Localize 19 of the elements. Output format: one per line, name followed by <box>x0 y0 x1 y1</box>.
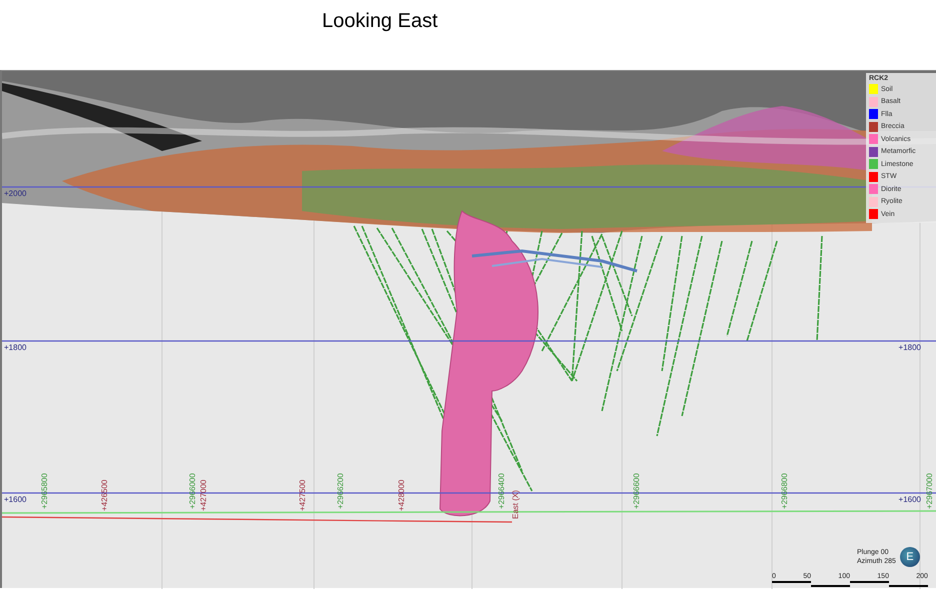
northing-label: +2965800 <box>40 473 49 509</box>
northing-label: +2966400 <box>497 473 506 509</box>
elevation-label: +1800 <box>4 343 26 352</box>
compass-icon: E <box>900 547 920 567</box>
easting-label: +426500 <box>100 480 109 511</box>
easting-label: +427000 <box>199 480 208 511</box>
view-title: Looking East <box>321 9 439 34</box>
northing-label: +2966800 <box>780 473 789 509</box>
easting-label: +428000 <box>397 480 406 511</box>
elevation-label: +1600 <box>4 495 26 504</box>
northing-label: +2966000 <box>188 473 197 509</box>
easting-label: +427500 <box>298 480 307 511</box>
northing-label: +2966600 <box>632 473 641 509</box>
elevation-label: +1600 <box>898 495 921 504</box>
elevation-label: +2000 <box>4 189 26 198</box>
northing-label: +2967000 <box>925 473 934 509</box>
northing-label: +2966200 <box>336 473 345 509</box>
axis-label: East (X) <box>511 490 520 519</box>
elevation-label: +1800 <box>898 343 921 352</box>
